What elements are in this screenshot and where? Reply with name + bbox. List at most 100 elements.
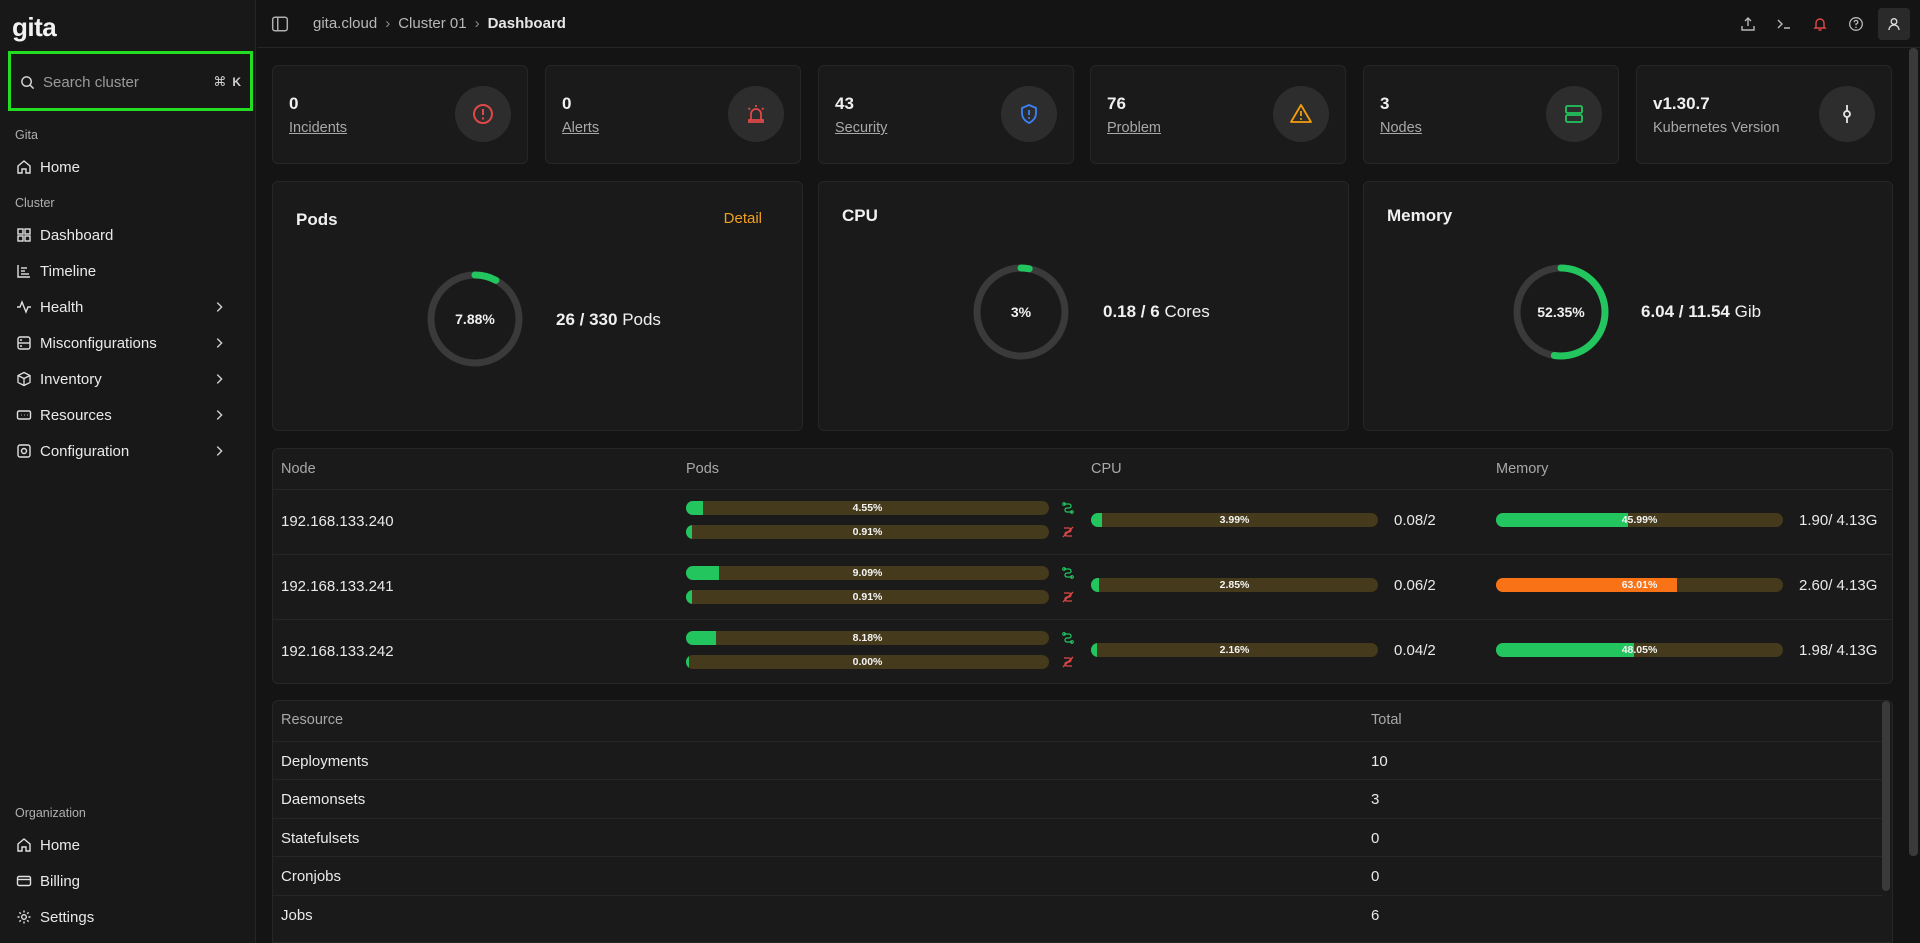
search-icon [21,75,35,89]
memory-gauge: 52.35% [1511,262,1611,362]
stat-card-incidents: 0 Incidents [272,65,528,164]
group-label-cluster: Cluster [15,196,55,210]
upload-button[interactable] [1730,8,1766,40]
column-header-pods[interactable]: Pods [686,461,719,477]
link-icon [1061,631,1075,645]
bell-icon [1813,18,1827,31]
column-header-total[interactable]: Total [1371,712,1402,728]
sidebar-item-resources[interactable]: Resources [8,399,246,431]
table-row[interactable]: 192.168.133.240 4.55% 0.91% 3.99% 0.08/2 45.9… [273,489,1892,553]
logo[interactable]: gita [12,12,57,43]
pods-value: 26 / 330 Pods [556,310,661,329]
sidebar-item-home[interactable]: Home [8,151,246,183]
stat-card-nodes: 3 Nodes [1363,65,1619,164]
sidebar-item-misconfigurations[interactable]: Misconfigurations [8,327,246,359]
column-header-memory[interactable]: Memory [1496,461,1548,477]
memory-bar: 48.05% [1496,643,1783,657]
search-input[interactable]: Search cluster [43,74,213,91]
group-label-gita: Gita [15,128,38,142]
table-row[interactable]: 192.168.133.241 9.09% 0.91% 2.85% 0.06/2 63.0… [273,554,1892,618]
sidebar-item-settings[interactable]: Settings [8,901,246,933]
memory-value: 6.04 / 11.54 Gib [1641,302,1762,321]
chevron-right-icon [216,302,223,312]
sidebar-item-timeline[interactable]: Timeline [8,255,246,287]
column-header-node[interactable]: Node [281,461,316,477]
table-row[interactable]: Daemonsets 3 [273,779,1883,817]
sidebar-item-health[interactable]: Health [8,291,246,323]
table-row[interactable]: Jobs 6 [273,895,1883,933]
cpu-value: 0.04/2 [1394,642,1436,659]
cpu-gauge: 3% [971,262,1071,362]
unlink-icon [1061,655,1075,669]
cpu-value: 0.06/2 [1394,577,1436,594]
terminal-button[interactable] [1766,8,1802,40]
pods-bar: 0.00% [686,655,1049,669]
memory-value: 2.60/ 4.13G [1799,577,1878,594]
problem-link[interactable]: Problem [1107,120,1161,136]
unlink-icon [1061,525,1075,539]
sidebar-item-configuration[interactable]: Configuration [8,435,246,467]
home-icon [17,160,31,174]
user-menu-button[interactable] [1878,8,1910,40]
chevron-right-icon [216,410,223,420]
pods-bar: 0.91% [686,590,1049,604]
table-scrollbar[interactable] [1882,701,1890,891]
pulse-icon [17,300,31,314]
page-scrollbar[interactable] [1909,48,1918,856]
nodes-link[interactable]: Nodes [1380,120,1422,136]
server-icon [1565,105,1583,123]
resources-icon [16,410,32,420]
column-header-resource[interactable]: Resource [281,712,343,728]
stat-card-k8s-version: v1.30.7 Kubernetes Version [1636,65,1892,164]
pods-bar: 4.55% [686,501,1049,515]
box-icon [17,371,31,387]
sidebar-item-inventory[interactable]: Inventory [8,363,246,395]
pods-card: Pods Detail 7.88% 26 / 330 Pods [272,181,803,431]
column-header-cpu[interactable]: CPU [1091,461,1122,477]
memory-card: Memory 52.35% 6.04 / 11.54 Gib [1363,181,1893,431]
chevron-right-icon [216,374,223,384]
k8s-version-label: Kubernetes Version [1653,120,1780,136]
top-bar: gita.cloud › Cluster 01 › Dashboard [257,0,1920,48]
search-shortcut: ⌘ K [213,74,241,89]
cpu-bar: 2.85% [1091,578,1378,592]
breadcrumb-item-cluster[interactable]: Cluster 01 [398,15,466,32]
security-link[interactable]: Security [835,120,887,136]
sidebar-item-billing[interactable]: Billing [8,865,246,897]
breadcrumb-item-org[interactable]: gita.cloud [313,15,377,32]
help-button[interactable] [1838,8,1874,40]
table-row[interactable]: 192.168.133.242 8.18% 0.00% 2.16% 0.04/2 48.0… [273,619,1892,683]
pods-bar: 8.18% [686,631,1049,645]
memory-value: 1.98/ 4.13G [1799,642,1878,659]
memory-value: 1.90/ 4.13G [1799,512,1878,529]
table-row[interactable]: Deployments 10 [273,741,1883,779]
table-row[interactable]: Cronjobs 0 [273,856,1883,894]
search-box[interactable]: Search cluster ⌘ K [8,51,253,111]
pods-gauge: 7.88% [425,269,525,369]
memory-bar: 63.01% [1496,578,1783,592]
group-label-organization: Organization [15,806,86,820]
cpu-value: 0.18 / 6 Cores [1103,302,1210,321]
pods-bar: 0.91% [686,525,1049,539]
sidebar-toggle-icon[interactable] [271,15,289,33]
breadcrumb: gita.cloud › Cluster 01 › Dashboard [313,15,566,32]
misconfig-icon [17,336,31,350]
stat-card-problem: 76 Problem [1090,65,1346,164]
grid-icon [17,228,31,242]
sidebar-item-org-home[interactable]: Home [8,829,246,861]
incidents-link[interactable]: Incidents [289,120,347,136]
cpu-bar: 3.99% [1091,513,1378,527]
cpu-value: 0.08/2 [1394,512,1436,529]
table-row[interactable]: Statefulsets 0 [273,818,1883,856]
pods-detail-link[interactable]: Detail [724,210,762,227]
terminal-icon [1777,19,1790,29]
billing-icon [16,875,32,887]
config-icon [17,444,31,458]
unlink-icon [1061,590,1075,604]
alerts-link[interactable]: Alerts [562,120,599,136]
link-icon [1061,566,1075,580]
pods-bar: 9.09% [686,566,1049,580]
chevron-right-icon [216,338,223,348]
notifications-button[interactable] [1802,8,1838,40]
sidebar-item-dashboard[interactable]: Dashboard [8,219,246,251]
